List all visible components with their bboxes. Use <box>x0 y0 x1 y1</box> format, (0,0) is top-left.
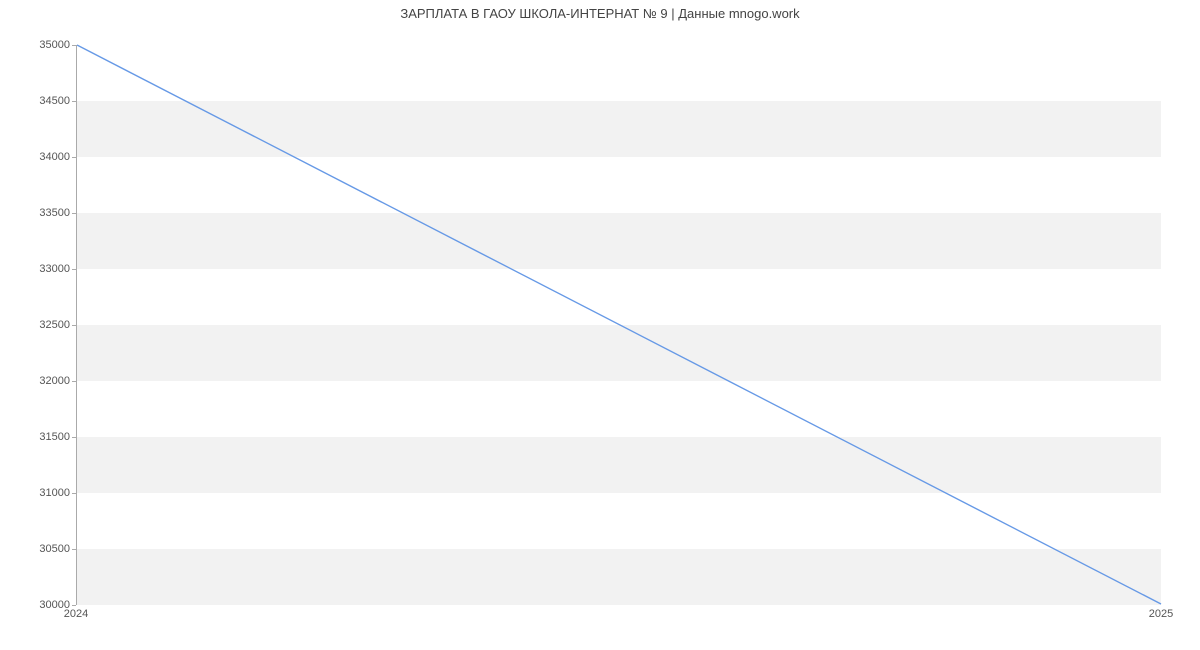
y-tick-label: 31500 <box>39 431 70 443</box>
y-tick-mark <box>72 437 76 438</box>
y-tick-mark <box>72 45 76 46</box>
y-tick-label: 31000 <box>39 487 70 499</box>
y-tick-mark <box>72 493 76 494</box>
y-tick-mark <box>72 549 76 550</box>
y-tick-label: 33000 <box>39 263 70 275</box>
y-tick-mark <box>72 381 76 382</box>
y-tick-mark <box>72 269 76 270</box>
y-tick-label: 33500 <box>39 207 70 219</box>
y-tick-label: 35000 <box>39 39 70 51</box>
y-tick-mark <box>72 325 76 326</box>
y-tick-mark <box>72 157 76 158</box>
line-series <box>77 45 1161 604</box>
y-tick-mark <box>72 605 76 606</box>
y-tick-mark <box>72 213 76 214</box>
y-tick-label: 30500 <box>39 543 70 555</box>
x-tick-label: 2024 <box>64 608 88 620</box>
y-tick-label: 32000 <box>39 375 70 387</box>
y-tick-label: 32500 <box>39 319 70 331</box>
y-tick-label: 34000 <box>39 151 70 163</box>
y-tick-label: 34500 <box>39 95 70 107</box>
x-tick-label: 2025 <box>1149 608 1173 620</box>
data-line <box>77 45 1161 604</box>
y-tick-mark <box>72 101 76 102</box>
chart-container: ЗАРПЛАТА В ГАОУ ШКОЛА-ИНТЕРНАТ № 9 | Дан… <box>0 0 1200 650</box>
chart-title: ЗАРПЛАТА В ГАОУ ШКОЛА-ИНТЕРНАТ № 9 | Дан… <box>0 6 1200 21</box>
plot-area <box>76 45 1161 605</box>
